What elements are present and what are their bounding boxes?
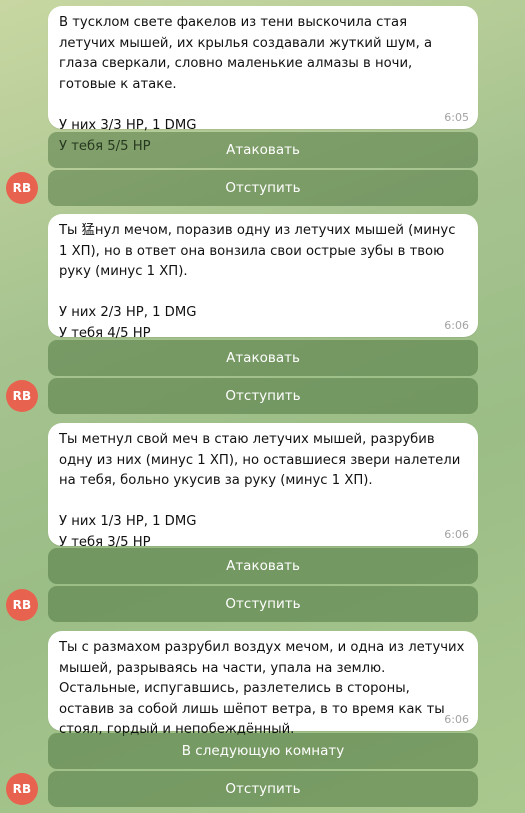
avatar[interactable]: RB <box>6 589 38 621</box>
attack-button[interactable]: Атаковать <box>48 340 478 376</box>
message-text: Ты метнул свой меч в стаю летучих мышей,… <box>59 432 461 550</box>
message-time: 6:06 <box>444 528 469 541</box>
next-room-button[interactable]: В следующую комнату <box>48 733 478 769</box>
retreat-button[interactable]: Отступить <box>48 378 478 414</box>
avatar[interactable]: RB <box>6 172 38 204</box>
message-time: 6:06 <box>444 713 469 726</box>
message-text: Ты 猛нул мечом, поразив одну из летучих м… <box>59 223 456 341</box>
message-text: Ты с размахом разрубил воздух мечом, и о… <box>59 640 469 738</box>
avatar[interactable]: RB <box>6 380 38 412</box>
message-bubble: Ты с размахом разрубил воздух мечом, и о… <box>48 631 478 737</box>
attack-button[interactable]: Атаковать <box>48 548 478 584</box>
retreat-button[interactable]: Отступить <box>48 771 478 807</box>
retreat-button[interactable]: Отступить <box>48 170 478 206</box>
message-time: 6:06 <box>444 319 469 332</box>
message-bubble: Ты 猛нул мечом, поразив одну из летучих м… <box>48 214 478 341</box>
message-bubble: Ты метнул свой меч в стаю летучих мышей,… <box>48 423 478 550</box>
avatar[interactable]: RB <box>6 773 38 805</box>
retreat-button[interactable]: Отступить <box>48 586 478 622</box>
message-time: 6:05 <box>444 111 469 124</box>
attack-button[interactable]: Атаковать <box>48 132 478 168</box>
chat-area: В тусклом свете факелов из тени выскочил… <box>0 0 525 813</box>
message-bubble: В тусклом свете факелов из тени выскочил… <box>48 6 478 154</box>
